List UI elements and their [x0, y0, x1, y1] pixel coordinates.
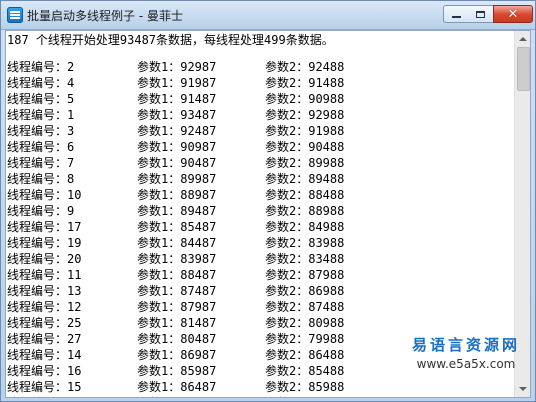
- param2-text: 参数2：83488: [265, 252, 345, 266]
- close-button[interactable]: ✕: [493, 5, 533, 23]
- param1-text: 参数1：85987: [137, 364, 217, 378]
- param2-text: 参数2：84988: [265, 220, 345, 234]
- thread-id-text: 线程编号：10: [7, 188, 82, 202]
- scroll-up-button[interactable]: [515, 31, 530, 47]
- watermark-url: www.e5a5x.com: [416, 357, 516, 371]
- param1-text: 参数1：86987: [137, 348, 217, 362]
- param1-text: 参数1：85487: [137, 220, 217, 234]
- arrow-down-icon: [519, 387, 527, 391]
- param2-text: 参数2：76488: [265, 395, 344, 397]
- thread-id-text: 线程编号：7: [7, 156, 75, 170]
- param2-text: 参数2：85488: [265, 364, 345, 378]
- maximize-button[interactable]: [468, 5, 494, 23]
- thread-id-text: 线程编号：17: [7, 220, 82, 234]
- param1-text: 参数1：93487: [137, 108, 217, 122]
- param1-text: 参数1：87487: [137, 284, 217, 298]
- param2-text: 参数2：80988: [265, 316, 345, 330]
- param1-text: 参数1：83987: [137, 252, 217, 266]
- minimize-button[interactable]: [443, 5, 469, 23]
- param1-text: 参数1：86487: [137, 380, 217, 394]
- param2-text: 参数2：92988: [265, 108, 345, 122]
- watermark-text: 易语言资源网: [411, 336, 520, 354]
- param2-text: 参数2：89488: [265, 172, 345, 186]
- thread-id-text: 线程编号：15: [7, 380, 82, 394]
- param1-text: 参数1：92487: [137, 124, 217, 138]
- close-icon: ✕: [507, 6, 519, 22]
- thread-id-text: 线程编号：8: [7, 172, 75, 186]
- param1-text: 参数1：90487: [137, 156, 217, 170]
- param1-text: 参数1：84487: [137, 236, 217, 250]
- scroll-down-button[interactable]: [515, 381, 530, 397]
- param1-text: 参数1：89487: [137, 204, 217, 218]
- param1-text: 参数1：91987: [137, 76, 217, 90]
- param1-text: 参数1：76987: [137, 395, 216, 397]
- summary-line: 187 个线程开始处理93487条数据，每线程处理499条数据。: [7, 33, 334, 47]
- param2-text: 参数2：87488: [265, 300, 345, 314]
- thread-id-text: 线程编号：12: [7, 300, 82, 314]
- param2-text: 参数2：85988: [265, 380, 345, 394]
- param2-text: 参数2：88488: [265, 188, 345, 202]
- thread-id-text: 线程编号：14: [7, 348, 82, 362]
- window-title: 批量启动多线程例子 - 曼菲士: [27, 9, 183, 23]
- param2-text: 参数2：79988: [265, 332, 345, 346]
- param1-text: 参数1：91487: [137, 92, 217, 106]
- thread-id-text: 线程编号：34: [7, 395, 81, 397]
- param2-text: 参数2：91488: [265, 76, 345, 90]
- thread-id-text: 线程编号：16: [7, 364, 82, 378]
- thread-id-text: 线程编号：27: [7, 332, 82, 346]
- param1-text: 参数1：88487: [137, 268, 217, 282]
- param2-text: 参数2：91988: [265, 124, 345, 138]
- thread-id-text: 线程编号：13: [7, 284, 82, 298]
- thread-id-text: 线程编号：11: [7, 268, 82, 282]
- thread-id-text: 线程编号：20: [7, 252, 82, 266]
- param1-text: 参数1：87987: [137, 300, 217, 314]
- param2-text: 参数2：86488: [265, 348, 345, 362]
- param1-text: 参数1：81487: [137, 316, 217, 330]
- param2-text: 参数2：90488: [265, 140, 345, 154]
- title-bar[interactable]: 批量启动多线程例子 - 曼菲士 ✕: [1, 1, 535, 30]
- app-icon[interactable]: [7, 7, 23, 23]
- watermark: 易语言资源网 www.e5a5x.com: [406, 334, 526, 371]
- param1-text: 参数1：90987: [137, 140, 217, 154]
- thread-id-text: 线程编号：3: [7, 124, 75, 138]
- thread-id-text: 线程编号：19: [7, 236, 82, 250]
- param1-text: 参数1：80487: [137, 332, 217, 346]
- param2-text: 参数2：90988: [265, 92, 345, 106]
- param2-text: 参数2：87988: [265, 268, 345, 282]
- thread-id-text: 线程编号：25: [7, 316, 82, 330]
- param1-text: 参数1：89987: [137, 172, 217, 186]
- param2-text: 参数2：88988: [265, 204, 345, 218]
- param1-text: 参数1：92987: [137, 60, 217, 74]
- minimize-icon: [451, 16, 461, 18]
- thread-id-text: 线程编号：4: [7, 76, 75, 90]
- param1-text: 参数1：88987: [137, 188, 217, 202]
- maximize-icon: [476, 10, 485, 18]
- thread-id-text: 线程编号：2: [7, 60, 75, 74]
- thread-id-text: 线程编号：6: [7, 140, 75, 154]
- thread-id-text: 线程编号：5: [7, 92, 75, 106]
- param2-text: 参数2：83988: [265, 236, 345, 250]
- scroll-thumb[interactable]: [517, 47, 530, 91]
- param2-text: 参数2：89988: [265, 156, 345, 170]
- param2-text: 参数2：86988: [265, 284, 345, 298]
- thread-id-text: 线程编号：9: [7, 204, 75, 218]
- arrow-up-icon: [519, 37, 527, 41]
- thread-id-text: 线程编号：1: [7, 108, 75, 122]
- param2-text: 参数2：92488: [265, 60, 345, 74]
